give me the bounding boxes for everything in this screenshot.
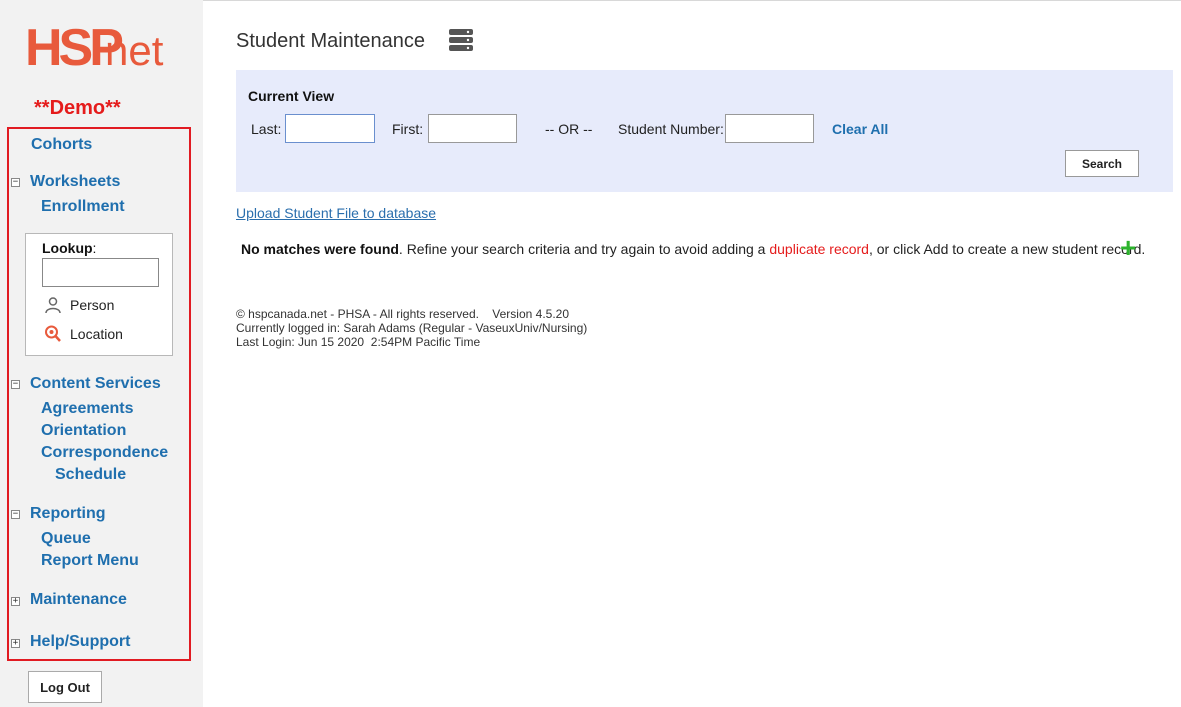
last-name-input[interactable]: [285, 114, 375, 143]
duplicate-record-text: duplicate record: [769, 241, 869, 257]
message-part1: . Refine your search criteria and try ag…: [398, 241, 770, 257]
nav-orientation[interactable]: Orientation: [41, 422, 126, 440]
lookup-title: Lookup:: [42, 240, 96, 256]
message-part2: , or click Add to create a new student r…: [868, 241, 1146, 257]
nav-queue[interactable]: Queue: [41, 530, 91, 548]
location-search-icon: [45, 325, 61, 342]
nav-content-services[interactable]: Content Services: [30, 375, 161, 393]
lookup-person-option[interactable]: Person: [44, 295, 114, 315]
top-divider: [203, 0, 1181, 1]
reporting-collapse-icon[interactable]: −: [11, 510, 20, 519]
content-services-collapse-icon[interactable]: −: [11, 380, 20, 389]
footer-copyright: © hspcanada.net - PHSA - All rights rese…: [236, 307, 570, 321]
last-name-label: Last:: [251, 121, 282, 137]
lookup-person-label: Person: [70, 297, 115, 313]
lookup-input[interactable]: [42, 258, 159, 287]
footer-last-login: Last Login: Jun 15 2020 2:54PM Pacific T…: [236, 335, 481, 349]
lookup-title-colon: :: [92, 240, 97, 256]
current-view-label: Current View: [248, 88, 335, 104]
nav-worksheets[interactable]: Worksheets: [30, 173, 120, 191]
first-name-input[interactable]: [428, 114, 517, 143]
worksheets-collapse-icon[interactable]: −: [11, 178, 20, 187]
nav-report-menu[interactable]: Report Menu: [41, 552, 139, 570]
lookup-title-text: Lookup: [42, 240, 93, 256]
lookup-location-option[interactable]: Location: [44, 324, 123, 344]
nav-agreements[interactable]: Agreements: [41, 400, 133, 418]
demo-label: **Demo**: [34, 97, 121, 119]
person-icon: [45, 297, 61, 314]
no-matches-message: No matches were found. Refine your searc…: [241, 241, 1145, 257]
page-title: Student Maintenance: [236, 30, 426, 52]
nav-help-support[interactable]: Help/Support: [30, 633, 130, 651]
nav-schedule[interactable]: Schedule: [55, 466, 126, 484]
footer: © hspcanada.net - PHSA - All rights rese…: [236, 307, 587, 349]
database-icon[interactable]: [448, 28, 474, 52]
upload-student-file-link[interactable]: Upload Student File to database: [236, 205, 436, 221]
logo-net-text: net: [105, 27, 164, 74]
first-name-label: First:: [392, 121, 424, 137]
or-separator: -- OR --: [545, 121, 593, 137]
nav-maintenance[interactable]: Maintenance: [30, 591, 127, 609]
add-student-plus-icon[interactable]: +: [1120, 234, 1136, 262]
clear-all-link[interactable]: Clear All: [832, 121, 888, 137]
lookup-panel: Lookup: Person Location: [25, 233, 173, 356]
lookup-location-label: Location: [70, 326, 123, 342]
sidebar: HSP net **Demo** Cohorts − Worksheets En…: [0, 0, 203, 707]
nav-enrollment[interactable]: Enrollment: [41, 198, 125, 216]
help-support-expand-icon[interactable]: +: [11, 639, 20, 648]
search-panel: Current View Last: First: -- OR -- Stude…: [236, 70, 1173, 192]
student-number-label: Student Number:: [618, 121, 724, 137]
nav-reporting[interactable]: Reporting: [30, 505, 106, 523]
search-button[interactable]: Search: [1065, 150, 1139, 177]
no-matches-bold: No matches were found: [241, 241, 399, 257]
hspnet-logo[interactable]: HSP net: [25, 22, 185, 78]
maintenance-expand-icon[interactable]: +: [11, 597, 20, 606]
nav-cohorts[interactable]: Cohorts: [31, 136, 92, 154]
logout-button[interactable]: Log Out: [28, 671, 102, 703]
student-number-input[interactable]: [725, 114, 814, 143]
footer-logged-in: Currently logged in: Sarah Adams (Regula…: [236, 321, 588, 335]
nav-correspondence[interactable]: Correspondence: [41, 444, 168, 462]
